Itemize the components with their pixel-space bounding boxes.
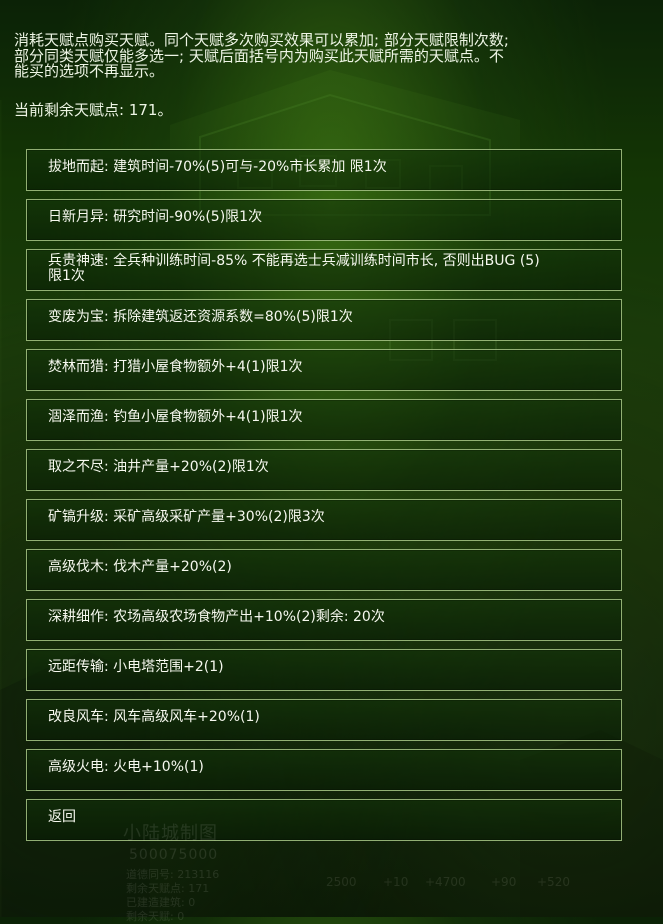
option-rixin-yueyi[interactable]: 日新月异: 研究时间-90%(5)限1次 (26, 199, 622, 241)
background-stat-line: 已建造建筑: 0 (126, 896, 196, 909)
option-label: 变废为宝: 拆除建筑返还资源系数=80%(5)限1次 (48, 309, 353, 325)
option-bianfei-weibao[interactable]: 变废为宝: 拆除建筑返还资源系数=80%(5)限1次 (26, 299, 622, 341)
option-gailiang-fengche[interactable]: 改良风车: 风车高级风车+20%(1) (26, 699, 622, 741)
talent-options-list: 拔地而起: 建筑时间-70%(5)可与-20%市长累加 限1次 日新月异: 研究… (26, 149, 622, 849)
option-label: 高级伐木: 伐木产量+20%(2) (48, 559, 232, 575)
background-resource-value: +520 (537, 875, 570, 889)
option-kuanggao-shengji[interactable]: 矿镐升级: 采矿高级采矿产量+30%(2)限3次 (26, 499, 622, 541)
option-gaoji-famu[interactable]: 高级伐木: 伐木产量+20%(2) (26, 549, 622, 591)
intro-text: 消耗天赋点购买天赋。同个天赋多次购买效果可以累加; 部分天赋限制次数; 部分同类… (14, 31, 509, 80)
option-quzhi-bujin[interactable]: 取之不尽: 油井产量+20%(2)限1次 (26, 449, 622, 491)
option-label: 拔地而起: 建筑时间-70%(5)可与-20%市长累加 限1次 (48, 159, 387, 175)
background-resource-value: +4700 (425, 875, 466, 889)
background-population: 500075000 (129, 847, 219, 863)
option-label: 兵贵神速: 全兵种训练时间-85% 不能再选士兵减训练时间市长, 否则出BUG … (48, 253, 540, 284)
option-bade-erqi[interactable]: 拔地而起: 建筑时间-70%(5)可与-20%市长累加 限1次 (26, 149, 622, 191)
option-label: 取之不尽: 油井产量+20%(2)限1次 (48, 459, 269, 475)
option-label: 涸泽而渔: 钓鱼小屋食物额外+4(1)限1次 (48, 409, 303, 425)
option-label: 返回 (48, 809, 76, 825)
option-label: 矿镐升级: 采矿高级采矿产量+30%(2)限3次 (48, 509, 325, 525)
option-return[interactable]: 返回 (26, 799, 622, 841)
background-resource-value: 2500 (326, 875, 357, 889)
option-bing-gui-shensu[interactable]: 兵贵神速: 全兵种训练时间-85% 不能再选士兵减训练时间市长, 否则出BUG … (26, 249, 622, 291)
background-resource-value: +90 (491, 875, 517, 889)
option-fenlin-erlie[interactable]: 焚林而猎: 打猎小屋食物额外+4(1)限1次 (26, 349, 622, 391)
option-label: 日新月异: 研究时间-90%(5)限1次 (48, 209, 263, 225)
background-resource-value: +10 (383, 875, 409, 889)
background-stat-line: 道德同号: 213116 (126, 868, 220, 881)
option-label: 高级火电: 火电+10%(1) (48, 759, 204, 775)
option-label: 远距传输: 小电塔范围+2(1) (48, 659, 224, 675)
option-label: 深耕细作: 农场高级农场食物产出+10%(2)剩余: 20次 (48, 609, 385, 625)
option-hezhe-eryu[interactable]: 涸泽而渔: 钓鱼小屋食物额外+4(1)限1次 (26, 399, 622, 441)
background-stat-line: 剩余天赋点: 171 (126, 882, 210, 895)
option-gaoji-huodian[interactable]: 高级火电: 火电+10%(1) (26, 749, 622, 791)
option-shengeng-xizuo[interactable]: 深耕细作: 农场高级农场食物产出+10%(2)剩余: 20次 (26, 599, 622, 641)
remaining-talent-points: 当前剩余天赋点: 171。 (14, 101, 173, 119)
background-stat-line: 剩余天赋: 0 (126, 910, 185, 923)
option-yuanju-chuanshu[interactable]: 远距传输: 小电塔范围+2(1) (26, 649, 622, 691)
option-label: 改良风车: 风车高级风车+20%(1) (48, 709, 260, 725)
option-label: 焚林而猎: 打猎小屋食物额外+4(1)限1次 (48, 359, 303, 375)
